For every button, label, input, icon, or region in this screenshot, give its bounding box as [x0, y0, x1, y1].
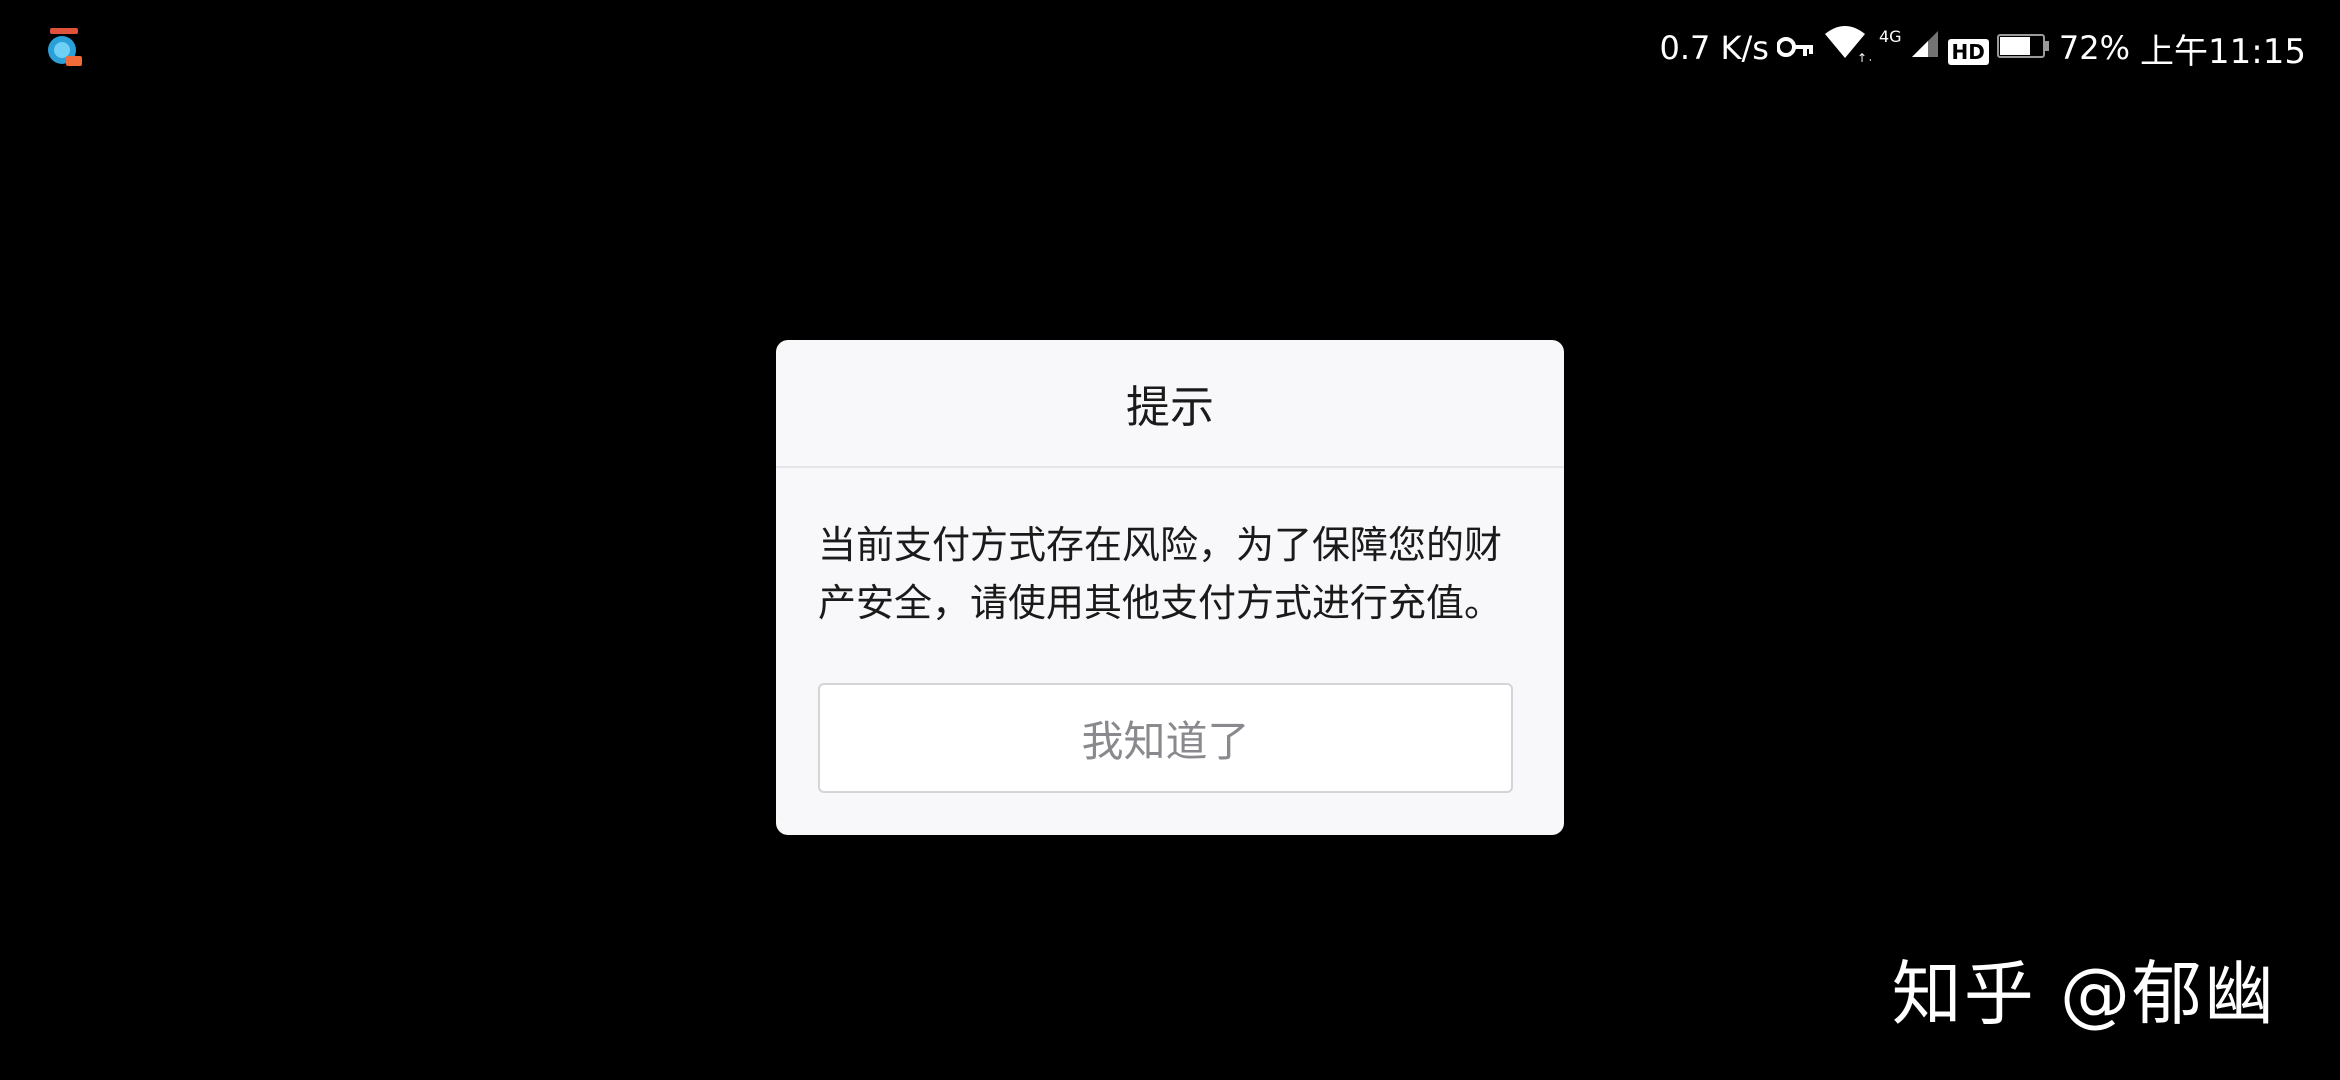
wifi-icon: ↑↓ [1823, 24, 1877, 72]
status-icons: 0.7 K/s ↑↓ 4G [1659, 24, 2306, 72]
battery-icon [1996, 29, 2051, 67]
hd-badge: HD [1947, 39, 1989, 65]
hd-call-icon: HD [1947, 29, 1989, 67]
dialog-header: 提示 [776, 340, 1564, 468]
cellular-signal-icon [1910, 29, 1940, 67]
svg-text:↑↓: ↑↓ [1857, 51, 1871, 64]
zhihu-watermark: 知乎 @郁幽 [1891, 953, 2276, 1035]
battery-percent: 72% [2058, 29, 2131, 67]
screen: 0.7 K/s ↑↓ 4G [0, 0, 2340, 1080]
network-type-label: 4G [1878, 26, 1902, 46]
status-bar: 0.7 K/s ↑↓ 4G [0, 0, 2340, 96]
app-notification-icon [44, 26, 84, 68]
dialog-title: 提示 [1126, 382, 1214, 433]
clock: 上午11:15 [2140, 31, 2306, 72]
acknowledge-button[interactable]: 我知道了 [818, 683, 1513, 793]
network-speed: 0.7 K/s [1659, 29, 1769, 67]
dialog-message: 当前支付方式存在风险，为了保障您的财产安全，请使用其他支付方式进行充值。 [818, 523, 1503, 625]
risk-warning-dialog: 提示 当前支付方式存在风险，为了保障您的财产安全，请使用其他支付方式进行充值。 … [776, 340, 1564, 835]
vpn-key-icon [1775, 29, 1815, 67]
